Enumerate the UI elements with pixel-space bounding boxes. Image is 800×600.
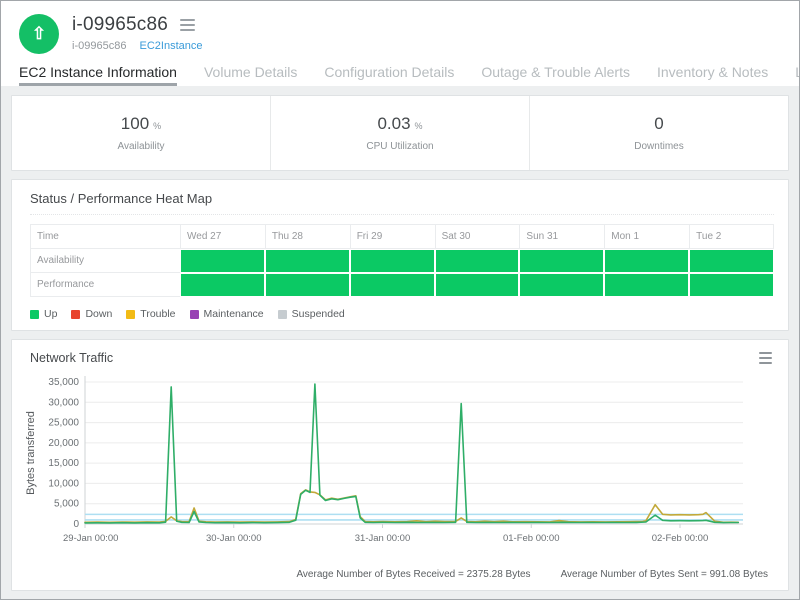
heatmap-column-header: Wed 27: [180, 224, 265, 249]
heatmap-row-label: Performance: [30, 273, 180, 297]
heatmap-column-header: Sat 30: [434, 224, 520, 249]
heatmap-column-header: Fri 29: [349, 224, 435, 249]
heatmap-cell-up[interactable]: [264, 249, 350, 273]
legend-item-maintenance: Maintenance: [189, 308, 264, 320]
heatmap-cell-up[interactable]: [519, 273, 605, 297]
chart-average-text-1: Average Number of Bytes Received = 2375.…: [296, 569, 531, 580]
x-tick-label: 01-Feb 00:00: [503, 533, 560, 544]
heatmap-column-header: Time: [30, 224, 180, 249]
tab-ec2-instance-information[interactable]: EC2 Instance Information: [19, 64, 177, 86]
y-axis-label: Bytes transferred: [25, 411, 37, 495]
heatmap-cell-up[interactable]: [689, 249, 774, 273]
y-tick-label: 20,000: [48, 438, 79, 449]
chart-averages: Average Number of Bytes Received = 2375.…: [22, 567, 774, 584]
series-bytes-received: [84, 383, 740, 524]
network-traffic-title: Network Traffic: [30, 351, 114, 365]
tab-log-report[interactable]: Log Report: [795, 64, 799, 86]
stat-value: 0: [654, 114, 664, 133]
y-tick-label: 25,000: [48, 418, 79, 429]
heatmap-cell-up[interactable]: [349, 249, 435, 273]
stat-unit: %: [153, 121, 162, 131]
stat-label: CPU Utilization: [366, 141, 434, 152]
summary-stats-card: 100% Availability 0.03% CPU Utilization 0 Dow…: [11, 95, 789, 171]
heatmap-column-header: Thu 28: [264, 224, 350, 249]
heatmap-legend: Up Down Trouble Maintenance Suspended: [30, 308, 774, 320]
heatmap-cell-up[interactable]: [349, 273, 435, 297]
heatmap-cell-up[interactable]: [264, 273, 350, 297]
legend-label: Up: [44, 308, 58, 320]
stat-label: Downtimes: [634, 141, 684, 152]
heatmap-row-label: Availability: [30, 249, 180, 273]
legend-label: Down: [85, 308, 113, 320]
heatmap-title: Status / Performance Heat Map: [30, 191, 774, 215]
legend-swatch-maintenance: [189, 309, 199, 319]
legend-label: Suspended: [291, 308, 345, 320]
network-traffic-plot: 0 5,000 10,000 15,000 20,000 25,000 30,000 35,0…: [25, 376, 743, 544]
content-area: 100% Availability 0.03% CPU Utilization 0 Dow…: [1, 86, 799, 599]
legend-label: Maintenance: [203, 308, 264, 320]
hamburger-menu-icon[interactable]: [178, 17, 197, 33]
tab-volume-details[interactable]: Volume Details: [204, 64, 297, 86]
legend-swatch-up: [30, 309, 39, 319]
chart-average-text-2: Average Number of Bytes Sent = 991.08 By…: [560, 569, 768, 580]
heatmap-card: Status / Performance Heat Map Time Wed 27…: [11, 179, 789, 331]
chart-menu-icon[interactable]: [757, 350, 774, 366]
page-header: ⇧ i-09965c86 i-09965c86 EC2Instance: [1, 1, 799, 54]
legend-swatch-trouble: [126, 309, 136, 319]
app-window: ⇧ i-09965c86 i-09965c86 EC2Instance EC2 …: [0, 0, 800, 600]
x-tick-label: 29-Jan 00:00: [63, 533, 118, 544]
heatmap-cell-up[interactable]: [604, 249, 690, 273]
legend-swatch-suspended: [277, 309, 287, 319]
heatmap-column-header: Mon 1: [604, 224, 690, 249]
legend-item-trouble: Trouble: [126, 308, 176, 320]
heatmap-cell-up[interactable]: [180, 249, 265, 273]
y-tick-label: 35,000: [48, 377, 79, 388]
instance-type-link[interactable]: EC2Instance: [140, 40, 203, 52]
heatmap-table: Time Wed 27 Thu 28 Fri 29 Sat 30 Sun 31 Mon 1T…: [30, 224, 774, 297]
y-tick-label: 0: [73, 519, 79, 530]
heatmap-cell-up[interactable]: [434, 273, 520, 297]
heatmap-column-header: Tue 2: [689, 224, 774, 249]
instance-avatar: ⇧: [19, 14, 59, 54]
tab-configuration-details[interactable]: Configuration Details: [324, 64, 454, 86]
network-traffic-card: Network Traffic 0 5,000 10,000 15,000 20,000…: [11, 339, 789, 591]
arrow-up-icon: ⇧: [31, 24, 47, 43]
instance-subtitle: i-09965c86: [72, 40, 127, 52]
y-tick-label: 30,000: [48, 397, 79, 408]
heatmap-row-performance: Performance: [30, 273, 774, 297]
x-tick-label: 02-Feb 00:00: [652, 533, 709, 544]
stat-downtimes: 0 Downtimes: [529, 96, 788, 170]
heatmap-column-header: Sun 31: [519, 224, 605, 249]
y-tick-label: 15,000: [48, 458, 79, 469]
page-title: i-09965c86: [72, 14, 169, 35]
y-tick-label: 10,000: [48, 478, 79, 489]
heatmap-cell-up[interactable]: [180, 273, 265, 297]
heatmap-cell-up[interactable]: [689, 273, 774, 297]
legend-swatch-down: [71, 309, 81, 319]
tab-outage-trouble-alerts[interactable]: Outage & Trouble Alerts: [481, 64, 630, 86]
heatmap-cell-up[interactable]: [519, 249, 605, 273]
stat-availability: 100% Availability: [12, 96, 270, 170]
heatmap-header-row: Time Wed 27 Thu 28 Fri 29 Sat 30 Sun 31 Mon 1T…: [30, 224, 774, 249]
legend-item-up: Up: [30, 308, 57, 320]
stat-cpu-utilization: 0.03% CPU Utilization: [270, 96, 529, 170]
y-tick-label: 5,000: [54, 499, 79, 510]
stat-label: Availability: [117, 141, 165, 152]
heatmap-cell-up[interactable]: [434, 249, 520, 273]
tab-bar: EC2 Instance Information Volume Details Co…: [1, 54, 799, 86]
tab-inventory-notes[interactable]: Inventory & Notes: [657, 64, 768, 86]
network-traffic-chart: 0 5,000 10,000 15,000 20,000 25,000 30,000 35,0…: [22, 370, 774, 567]
legend-item-down: Down: [71, 308, 112, 320]
legend-label: Trouble: [140, 308, 176, 320]
series-bytes-sent: [84, 489, 740, 524]
stat-unit: %: [414, 121, 423, 131]
stat-value: 100: [120, 114, 150, 133]
heatmap-cell-up[interactable]: [604, 273, 690, 297]
legend-item-suspended: Suspended: [277, 308, 345, 320]
x-tick-label: 31-Jan 00:00: [355, 533, 410, 544]
heatmap-row-availability: Availability: [30, 249, 774, 273]
stat-value: 0.03: [377, 114, 411, 133]
x-tick-label: 30-Jan 00:00: [206, 533, 261, 544]
